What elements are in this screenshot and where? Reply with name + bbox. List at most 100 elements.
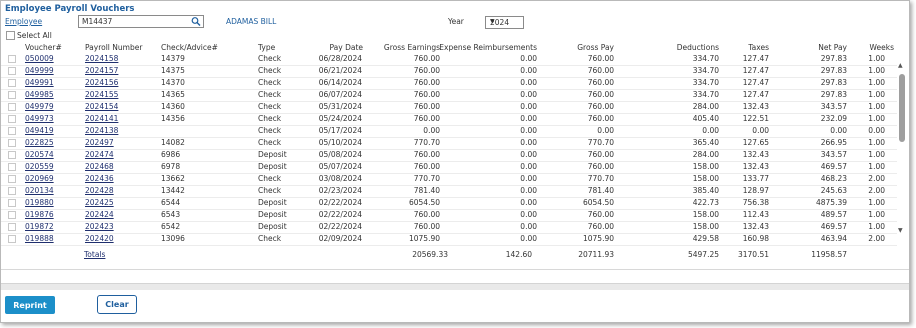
voucher-link[interactable]: 049973 bbox=[25, 114, 54, 123]
payroll-number-link[interactable]: 2024154 bbox=[85, 102, 118, 111]
voucher-link[interactable]: 049991 bbox=[25, 78, 54, 87]
payroll-number-cell[interactable]: 2024155 bbox=[85, 90, 118, 99]
voucher-cell[interactable]: 050009 bbox=[25, 54, 54, 63]
scroll-up-icon[interactable]: ▲ bbox=[898, 62, 903, 69]
reprint-button[interactable]: Reprint bbox=[5, 296, 55, 314]
voucher-link[interactable]: 019876 bbox=[25, 210, 54, 219]
taxes-cell: 127.47 bbox=[742, 78, 769, 87]
payroll-number-link[interactable]: 2024155 bbox=[85, 90, 118, 99]
voucher-link[interactable]: 020559 bbox=[25, 162, 54, 171]
voucher-cell[interactable]: 020574 bbox=[25, 150, 54, 159]
payroll-number-cell[interactable]: 202497 bbox=[85, 138, 114, 147]
col-weeks[interactable]: Weeks bbox=[870, 43, 894, 52]
col-deductions[interactable]: Deductions bbox=[677, 43, 719, 52]
gross-earnings-cell: 760.00 bbox=[413, 210, 440, 219]
col-net-pay[interactable]: Net Pay bbox=[818, 43, 847, 52]
payroll-number-link[interactable]: 202424 bbox=[85, 210, 114, 219]
voucher-cell[interactable]: 020969 bbox=[25, 174, 54, 183]
voucher-link[interactable]: 019880 bbox=[25, 198, 54, 207]
voucher-cell[interactable]: 019880 bbox=[25, 198, 54, 207]
select-all-checkbox[interactable] bbox=[6, 30, 15, 40]
employee-search-input[interactable] bbox=[79, 16, 186, 26]
voucher-link[interactable]: 049985 bbox=[25, 90, 54, 99]
horizontal-scrollbar[interactable] bbox=[1, 283, 909, 290]
search-icon[interactable] bbox=[191, 16, 201, 27]
payroll-number-cell[interactable]: 202420 bbox=[85, 234, 114, 243]
payroll-number-link[interactable]: 202497 bbox=[85, 138, 114, 147]
employee-link[interactable]: Employee bbox=[5, 17, 42, 26]
col-voucher[interactable]: Voucher# bbox=[25, 43, 62, 52]
payroll-number-cell[interactable]: 202468 bbox=[85, 162, 114, 171]
voucher-link[interactable]: 049979 bbox=[25, 102, 54, 111]
expense-reimbursements-cell: 0.00 bbox=[520, 174, 537, 183]
col-gross-pay[interactable]: Gross Pay bbox=[577, 43, 614, 52]
payroll-number-cell[interactable]: 2024141 bbox=[85, 114, 118, 123]
voucher-link[interactable]: 049999 bbox=[25, 66, 54, 75]
taxes-cell: 112.43 bbox=[742, 210, 769, 219]
voucher-cell[interactable]: 019872 bbox=[25, 222, 54, 231]
gross-earnings-cell: 0.00 bbox=[423, 126, 440, 135]
col-pay-date[interactable]: Pay Date bbox=[329, 43, 363, 52]
voucher-cell[interactable]: 019876 bbox=[25, 210, 54, 219]
voucher-cell[interactable]: 049999 bbox=[25, 66, 54, 75]
payroll-number-cell[interactable]: 202428 bbox=[85, 186, 114, 195]
voucher-link[interactable]: 020969 bbox=[25, 174, 54, 183]
payroll-number-cell[interactable]: 2024157 bbox=[85, 66, 118, 75]
payroll-number-link[interactable]: 202425 bbox=[85, 198, 114, 207]
payroll-number-link[interactable]: 2024157 bbox=[85, 66, 118, 75]
payroll-number-cell[interactable]: 202424 bbox=[85, 210, 114, 219]
scroll-down-icon[interactable]: ▼ bbox=[898, 227, 903, 234]
payroll-number-cell[interactable]: 2024138 bbox=[85, 126, 118, 135]
payroll-number-cell[interactable]: 202436 bbox=[85, 174, 114, 183]
voucher-cell[interactable]: 049985 bbox=[25, 90, 54, 99]
voucher-cell[interactable]: 049419 bbox=[25, 126, 54, 135]
voucher-cell[interactable]: 019888 bbox=[25, 234, 54, 243]
payroll-number-cell[interactable]: 202425 bbox=[85, 198, 114, 207]
voucher-cell[interactable]: 020559 bbox=[25, 162, 54, 171]
payroll-number-link[interactable]: 202468 bbox=[85, 162, 114, 171]
payroll-number-link[interactable]: 2024156 bbox=[85, 78, 118, 87]
payroll-number-cell[interactable]: 2024154 bbox=[85, 102, 118, 111]
payroll-number-link[interactable]: 202436 bbox=[85, 174, 114, 183]
gross-earnings-cell: 760.00 bbox=[413, 222, 440, 231]
payroll-number-cell[interactable]: 202474 bbox=[85, 150, 114, 159]
payroll-number-cell[interactable]: 2024158 bbox=[85, 54, 118, 63]
voucher-link[interactable]: 019872 bbox=[25, 222, 54, 231]
year-select[interactable]: 2024 ▼ bbox=[485, 16, 524, 29]
gross-pay-cell: 760.00 bbox=[587, 78, 614, 87]
payroll-number-link[interactable]: 2024138 bbox=[85, 126, 118, 135]
voucher-cell[interactable]: 049979 bbox=[25, 102, 54, 111]
voucher-link[interactable]: 020574 bbox=[25, 150, 54, 159]
scrollbar-thumb[interactable] bbox=[899, 74, 905, 142]
col-payroll-number[interactable]: Payroll Number bbox=[85, 43, 142, 52]
payroll-number-link[interactable]: 202420 bbox=[85, 234, 114, 243]
voucher-link[interactable]: 022825 bbox=[25, 138, 54, 147]
voucher-cell[interactable]: 020134 bbox=[25, 186, 54, 195]
payroll-number-link[interactable]: 202428 bbox=[85, 186, 114, 195]
vertical-scrollbar[interactable]: ▲ ▼ bbox=[897, 62, 907, 234]
col-check-advice[interactable]: Check/Advice# bbox=[161, 43, 218, 52]
employee-search-field[interactable] bbox=[78, 15, 204, 28]
payroll-number-link[interactable]: 202474 bbox=[85, 150, 114, 159]
voucher-link[interactable]: 049419 bbox=[25, 126, 54, 135]
col-type[interactable]: Type bbox=[258, 43, 275, 52]
payroll-number-link[interactable]: 2024141 bbox=[85, 114, 118, 123]
voucher-cell[interactable]: 022825 bbox=[25, 138, 54, 147]
col-gross-earnings[interactable]: Gross Earnings bbox=[384, 43, 440, 52]
voucher-link[interactable]: 050009 bbox=[25, 54, 54, 63]
payroll-number-link[interactable]: 202423 bbox=[85, 222, 114, 231]
gross-pay-cell: 760.00 bbox=[587, 222, 614, 231]
col-taxes[interactable]: Taxes bbox=[748, 43, 769, 52]
table-row[interactable]: 019888 202420 13096 Check 02/09/2024 1075.90 0… bbox=[1, 233, 897, 246]
voucher-cell[interactable]: 049973 bbox=[25, 114, 54, 123]
total-gross-pay: 20711.93 bbox=[578, 250, 614, 259]
voucher-cell[interactable]: 049991 bbox=[25, 78, 54, 87]
voucher-link[interactable]: 019888 bbox=[25, 234, 54, 243]
payroll-number-link[interactable]: 2024158 bbox=[85, 54, 118, 63]
payroll-number-cell[interactable]: 2024156 bbox=[85, 78, 118, 87]
col-expense-reimbursements[interactable]: Expense Reimbursements bbox=[439, 43, 537, 52]
voucher-link[interactable]: 020134 bbox=[25, 186, 54, 195]
totals-link[interactable]: Totals bbox=[84, 250, 105, 259]
clear-button[interactable]: Clear bbox=[97, 295, 137, 314]
payroll-number-cell[interactable]: 202423 bbox=[85, 222, 114, 231]
